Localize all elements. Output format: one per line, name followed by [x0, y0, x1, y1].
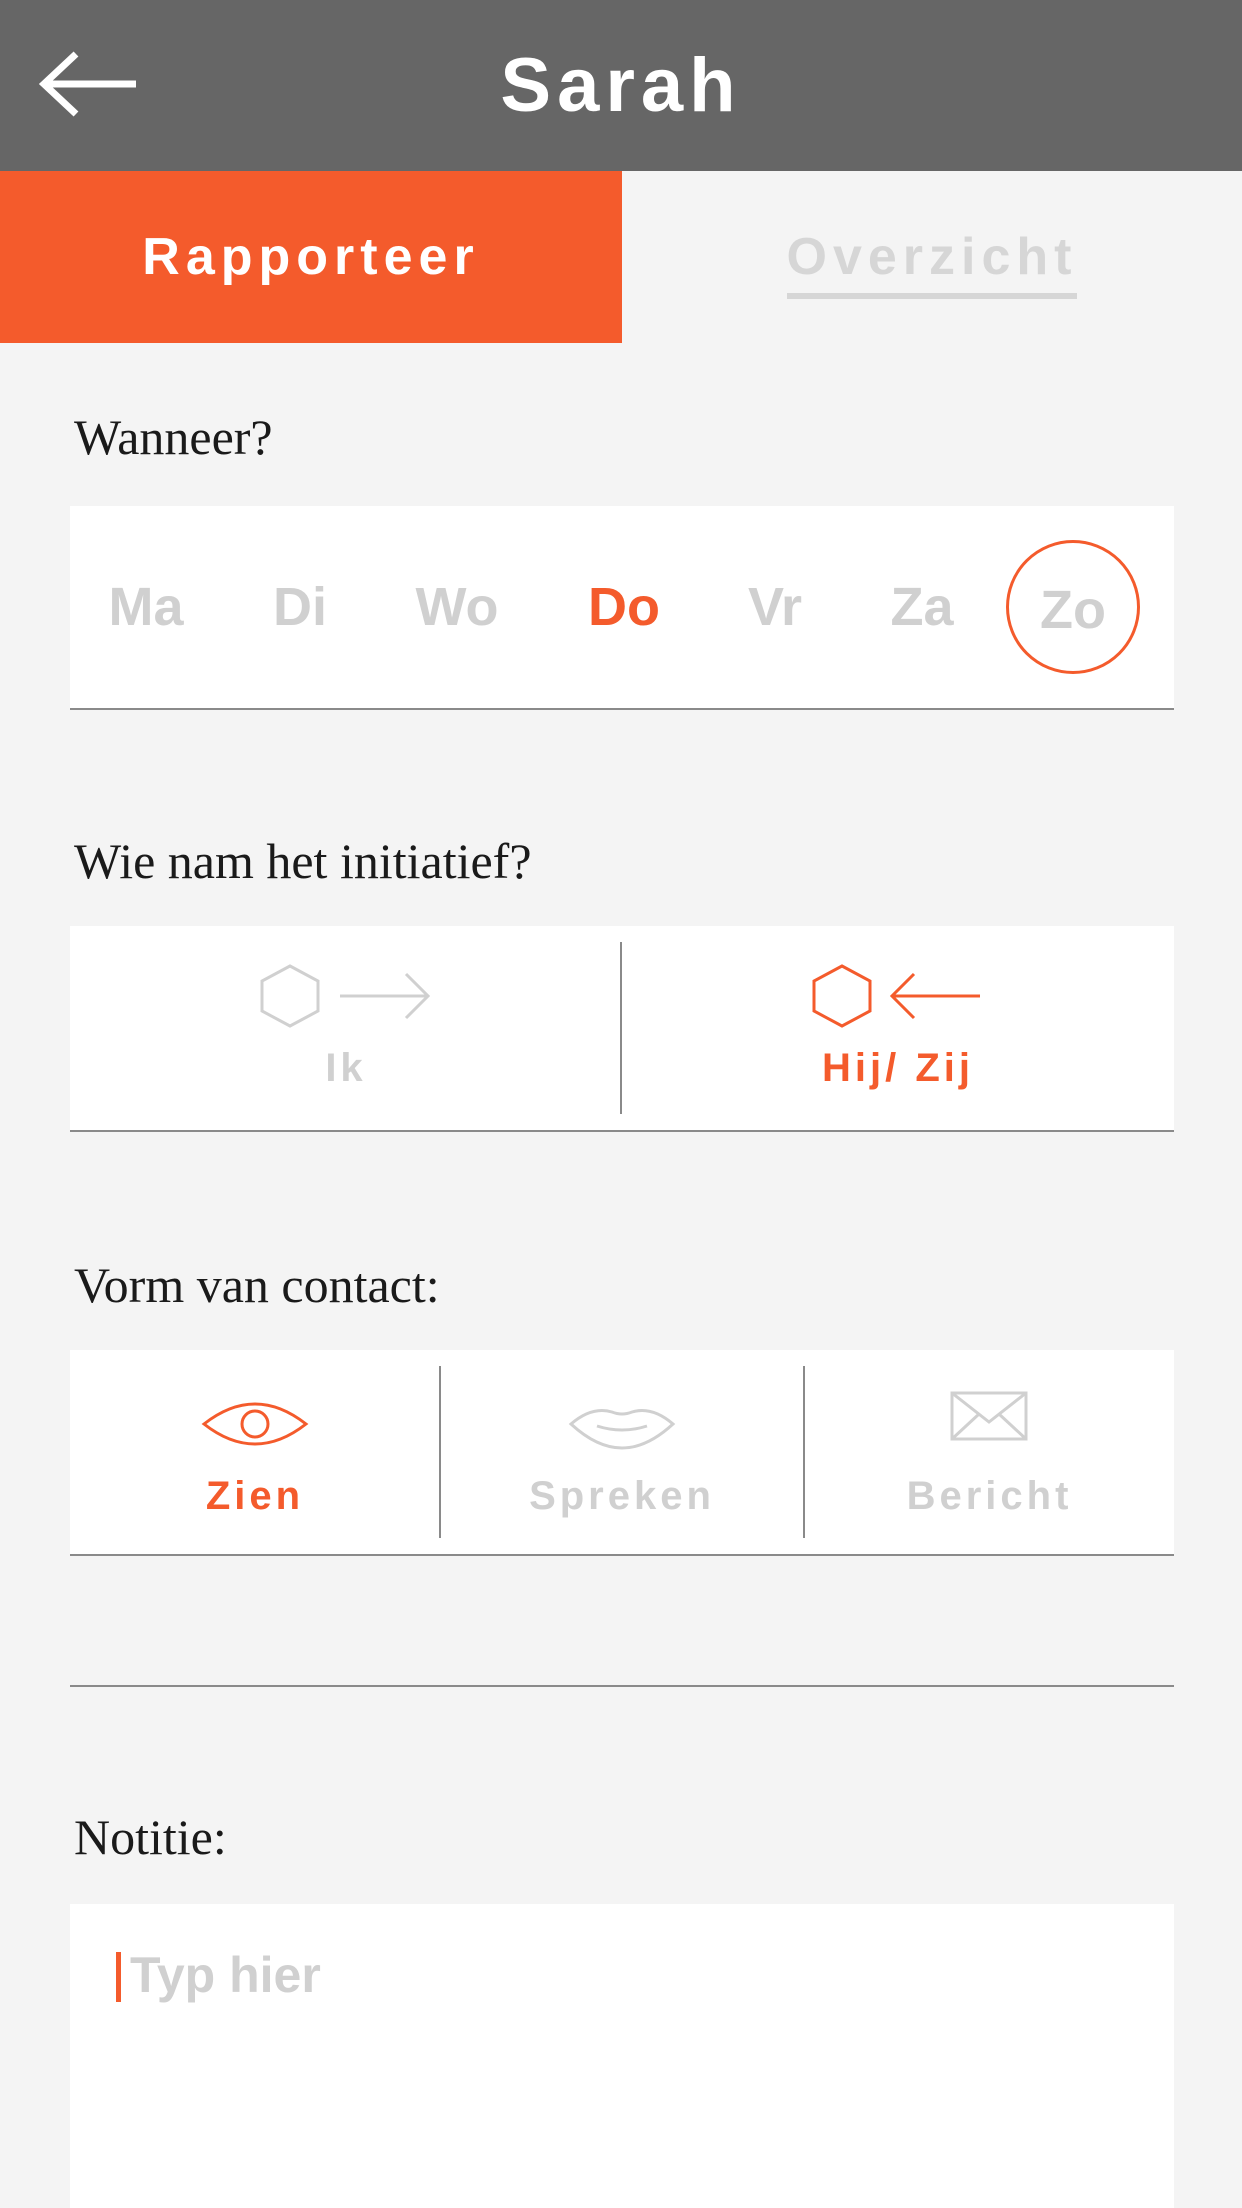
initiative-label: Wie nam het initiatief? [74, 833, 532, 889]
contact-label: Vorm van contact: [74, 1257, 440, 1313]
initiative-option-ik[interactable]: Ik [70, 926, 622, 1130]
note-label: Notitie: [74, 1809, 227, 1865]
divider [70, 1685, 1174, 1687]
initiative-option-hij-zij[interactable]: Hij/ Zij [622, 926, 1174, 1130]
tab-bar: Rapporteer Overzicht [0, 171, 1242, 343]
tab-overzicht-label: Overzicht [786, 227, 1078, 299]
day-do[interactable]: Do [557, 540, 691, 674]
text-cursor [116, 1952, 121, 2002]
app-header: Sarah [0, 0, 1242, 171]
contact-option-zien[interactable]: Zien [70, 1350, 440, 1554]
lips-icon [568, 1409, 676, 1450]
initiative-option-hij-zij-label: Hij/ Zij [822, 1046, 974, 1090]
day-vr[interactable]: Vr [708, 540, 842, 674]
initiative-picker: Ik Hij/ Zij [70, 926, 1174, 1132]
note-placeholder: Typ hier [130, 1947, 321, 2003]
contact-option-bericht-label: Bericht [906, 1474, 1073, 1518]
contact-option-bericht[interactable]: Bericht [805, 1350, 1174, 1554]
day-ma[interactable]: Ma [79, 540, 213, 674]
contact-option-zien-label: Zien [205, 1474, 305, 1518]
day-di[interactable]: Di [233, 540, 367, 674]
contact-option-spreken[interactable]: Spreken [441, 1350, 803, 1554]
day-picker: Ma Di Wo Do Vr Za Zo [70, 506, 1174, 710]
day-zo[interactable]: Zo [1006, 540, 1140, 674]
hexagon-arrow-right-icon [260, 964, 431, 1028]
note-input[interactable]: Typ hier [70, 1904, 1174, 2208]
tab-rapporteer[interactable]: Rapporteer [0, 171, 622, 343]
hexagon-arrow-left-icon [812, 964, 980, 1028]
day-za[interactable]: Za [855, 540, 989, 674]
eye-icon [201, 1402, 309, 1446]
contact-option-spreken-label: Spreken [529, 1474, 715, 1518]
when-label: Wanneer? [74, 409, 273, 465]
page-title: Sarah [500, 43, 742, 128]
tab-overzicht[interactable]: Overzicht [622, 171, 1242, 343]
contact-picker: Zien Spreken Bericht [70, 1350, 1174, 1556]
day-wo[interactable]: Wo [390, 540, 524, 674]
envelope-icon [950, 1391, 1028, 1441]
initiative-option-ik-label: Ik [325, 1046, 367, 1090]
